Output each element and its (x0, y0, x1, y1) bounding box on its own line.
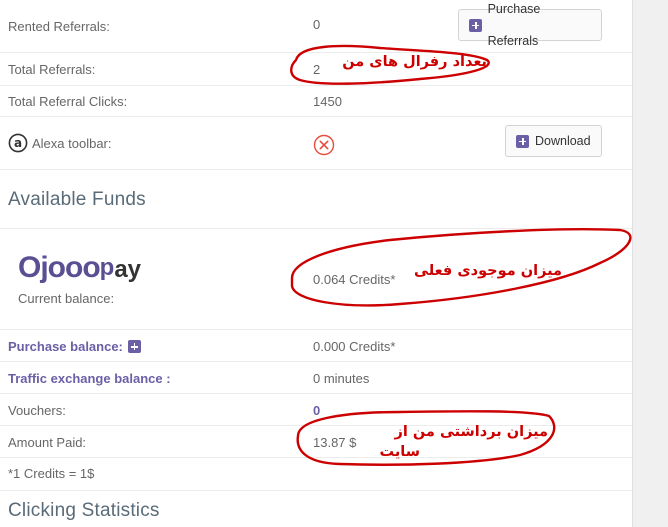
annotation-amount-paid-text-line2: سایت (379, 444, 421, 460)
annotation-overlay (290, 44, 632, 466)
annotation-total-referrals-text: تعداد رفرال های من (342, 54, 487, 70)
annotation-amount-paid-text-line1: میزان برداشتی من از (394, 424, 548, 440)
annotation-current-balance-text: میزان موجودی فعلی (414, 263, 562, 279)
